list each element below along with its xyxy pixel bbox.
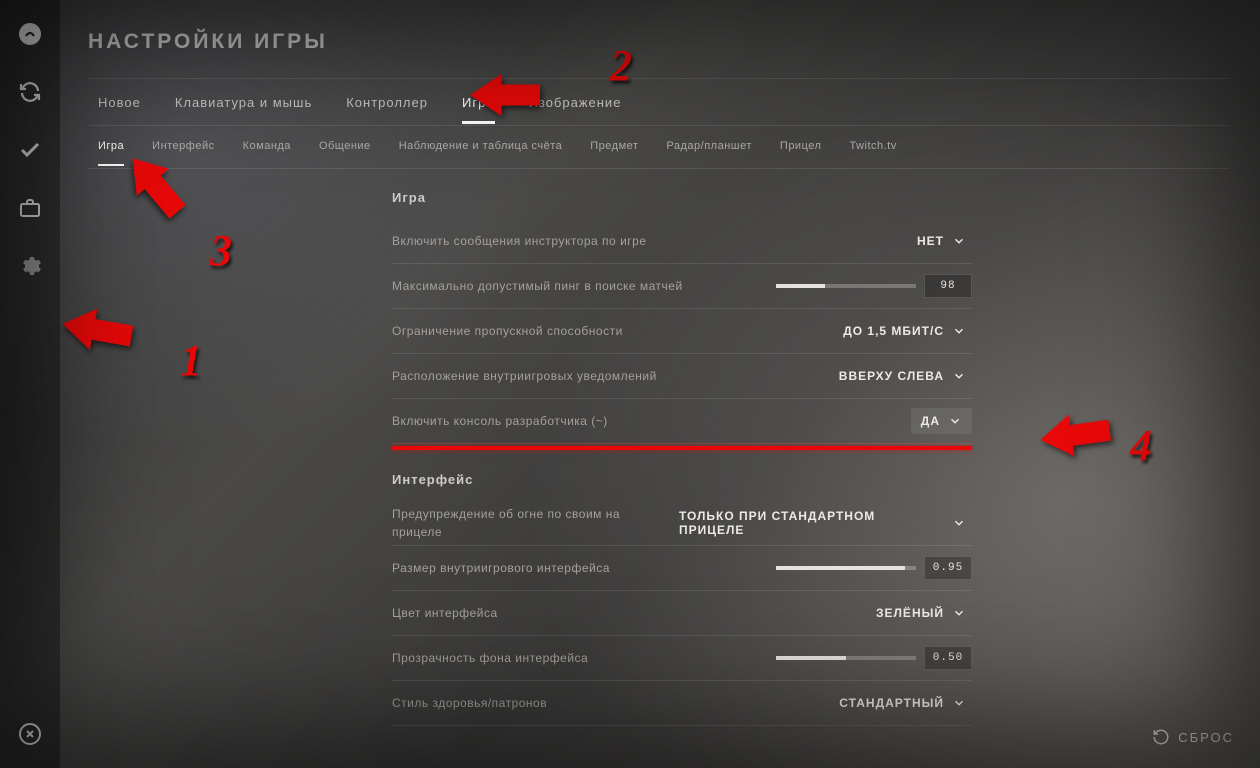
setting-dropdown[interactable]: ДО 1,5 МБИТ/С: [837, 318, 972, 344]
setting-label: Предупреждение об огне по своим на прице…: [392, 505, 673, 541]
page-title: НАСТРОЙКИ ИГРЫ: [88, 30, 328, 54]
setting-label: Размер внутриигрового интерфейса: [392, 559, 610, 577]
reset-label: СБРОС: [1178, 730, 1234, 745]
sub-tab-прицел[interactable]: Прицел: [780, 126, 822, 166]
setting-dropdown[interactable]: ЗЕЛЁНЫЙ: [870, 600, 972, 626]
sub-tab-наблюдение-и-таблица-сч-та[interactable]: Наблюдение и таблица счёта: [399, 126, 563, 166]
gear-icon[interactable]: [18, 254, 42, 278]
setting-slider[interactable]: [776, 656, 916, 660]
setting-row: Включить консоль разработчика (~) ДА: [392, 399, 972, 444]
setting-dropdown[interactable]: НЕТ: [911, 228, 972, 254]
setting-row: Максимально допустимый пинг в поиске мат…: [392, 264, 972, 309]
sidebar: [0, 0, 60, 768]
settings-content: Игра Включить сообщения инструктора по и…: [392, 178, 972, 726]
sub-tab-радар-планшет[interactable]: Радар/планшет: [666, 126, 751, 166]
setting-label: Цвет интерфейса: [392, 604, 498, 622]
setting-slider[interactable]: [776, 284, 916, 288]
check-icon[interactable]: [18, 138, 42, 162]
annotation-arrow-2: [470, 70, 540, 120]
section-title-game: Игра: [392, 190, 972, 205]
annotation-number-4: 4: [1130, 420, 1152, 471]
setting-slider[interactable]: [776, 566, 916, 570]
home-icon[interactable]: [18, 22, 42, 46]
main-tabs: НовоеКлавиатура и мышьКонтроллерИграИзоб…: [88, 78, 1230, 126]
setting-row: Предупреждение об огне по своим на прице…: [392, 501, 972, 546]
setting-row: Размер внутриигрового интерфейса 0.95: [392, 546, 972, 591]
setting-row: Цвет интерфейса ЗЕЛЁНЫЙ: [392, 591, 972, 636]
setting-label: Ограничение пропускной способности: [392, 322, 623, 340]
setting-value[interactable]: 0.50: [924, 646, 972, 670]
setting-row: Расположение внутриигровых уведомлений ВВ…: [392, 354, 972, 399]
annotation-arrow-1: [58, 299, 136, 360]
sub-tab-twitch-tv[interactable]: Twitch.tv: [849, 126, 896, 166]
sub-tab-игра[interactable]: Игра: [98, 126, 124, 166]
main-tab-новое[interactable]: Новое: [98, 81, 141, 124]
annotation-number-1: 1: [180, 335, 202, 386]
sub-tab-команда[interactable]: Команда: [243, 126, 291, 166]
setting-label: Расположение внутриигровых уведомлений: [392, 367, 657, 385]
setting-row: Ограничение пропускной способности ДО 1,5…: [392, 309, 972, 354]
setting-value[interactable]: 98: [924, 274, 972, 298]
close-icon[interactable]: [18, 722, 42, 746]
refresh-icon[interactable]: [18, 80, 42, 104]
setting-row: Включить сообщения инструктора по игре НЕ…: [392, 219, 972, 264]
annotation-number-3: 3: [210, 225, 232, 276]
setting-row: Стиль здоровья/патронов СТАНДАРТНЫЙ: [392, 681, 972, 726]
sub-tabs: ИграИнтерфейсКомандаОбщениеНаблюдение и …: [88, 124, 1230, 169]
main-tab-контроллер[interactable]: Контроллер: [346, 81, 428, 124]
section-game-rows: Включить сообщения инструктора по игре НЕ…: [392, 219, 972, 444]
setting-dropdown[interactable]: ТОЛЬКО ПРИ СТАНДАРТНОМ ПРИЦЕЛЕ: [673, 503, 972, 543]
setting-label: Максимально допустимый пинг в поиске мат…: [392, 277, 683, 295]
setting-label: Прозрачность фона интерфейса: [392, 649, 588, 667]
sub-tab-общение[interactable]: Общение: [319, 126, 371, 166]
setting-dropdown[interactable]: ДА: [911, 408, 972, 434]
setting-dropdown[interactable]: СТАНДАРТНЫЙ: [833, 690, 972, 716]
section-interface-rows: Предупреждение об огне по своим на прице…: [392, 501, 972, 726]
briefcase-icon[interactable]: [18, 196, 42, 220]
main-tab-клавиатура и мышь[interactable]: Клавиатура и мышь: [175, 81, 312, 124]
setting-label: Включить сообщения инструктора по игре: [392, 232, 647, 250]
main-tab-изображение[interactable]: Изображение: [529, 81, 622, 124]
setting-row: Прозрачность фона интерфейса 0.50: [392, 636, 972, 681]
reset-button[interactable]: СБРОС: [1152, 728, 1234, 746]
annotation-number-2: 2: [610, 40, 632, 91]
setting-label: Стиль здоровья/патронов: [392, 694, 547, 712]
highlight-line: [392, 446, 972, 450]
section-title-interface: Интерфейс: [392, 472, 972, 487]
setting-label: Включить консоль разработчика (~): [392, 412, 608, 430]
sub-tab-предмет[interactable]: Предмет: [590, 126, 638, 166]
setting-value[interactable]: 0.95: [924, 556, 972, 580]
annotation-arrow-4: [1037, 405, 1113, 464]
setting-dropdown[interactable]: ВВЕРХУ СЛЕВА: [833, 363, 972, 389]
